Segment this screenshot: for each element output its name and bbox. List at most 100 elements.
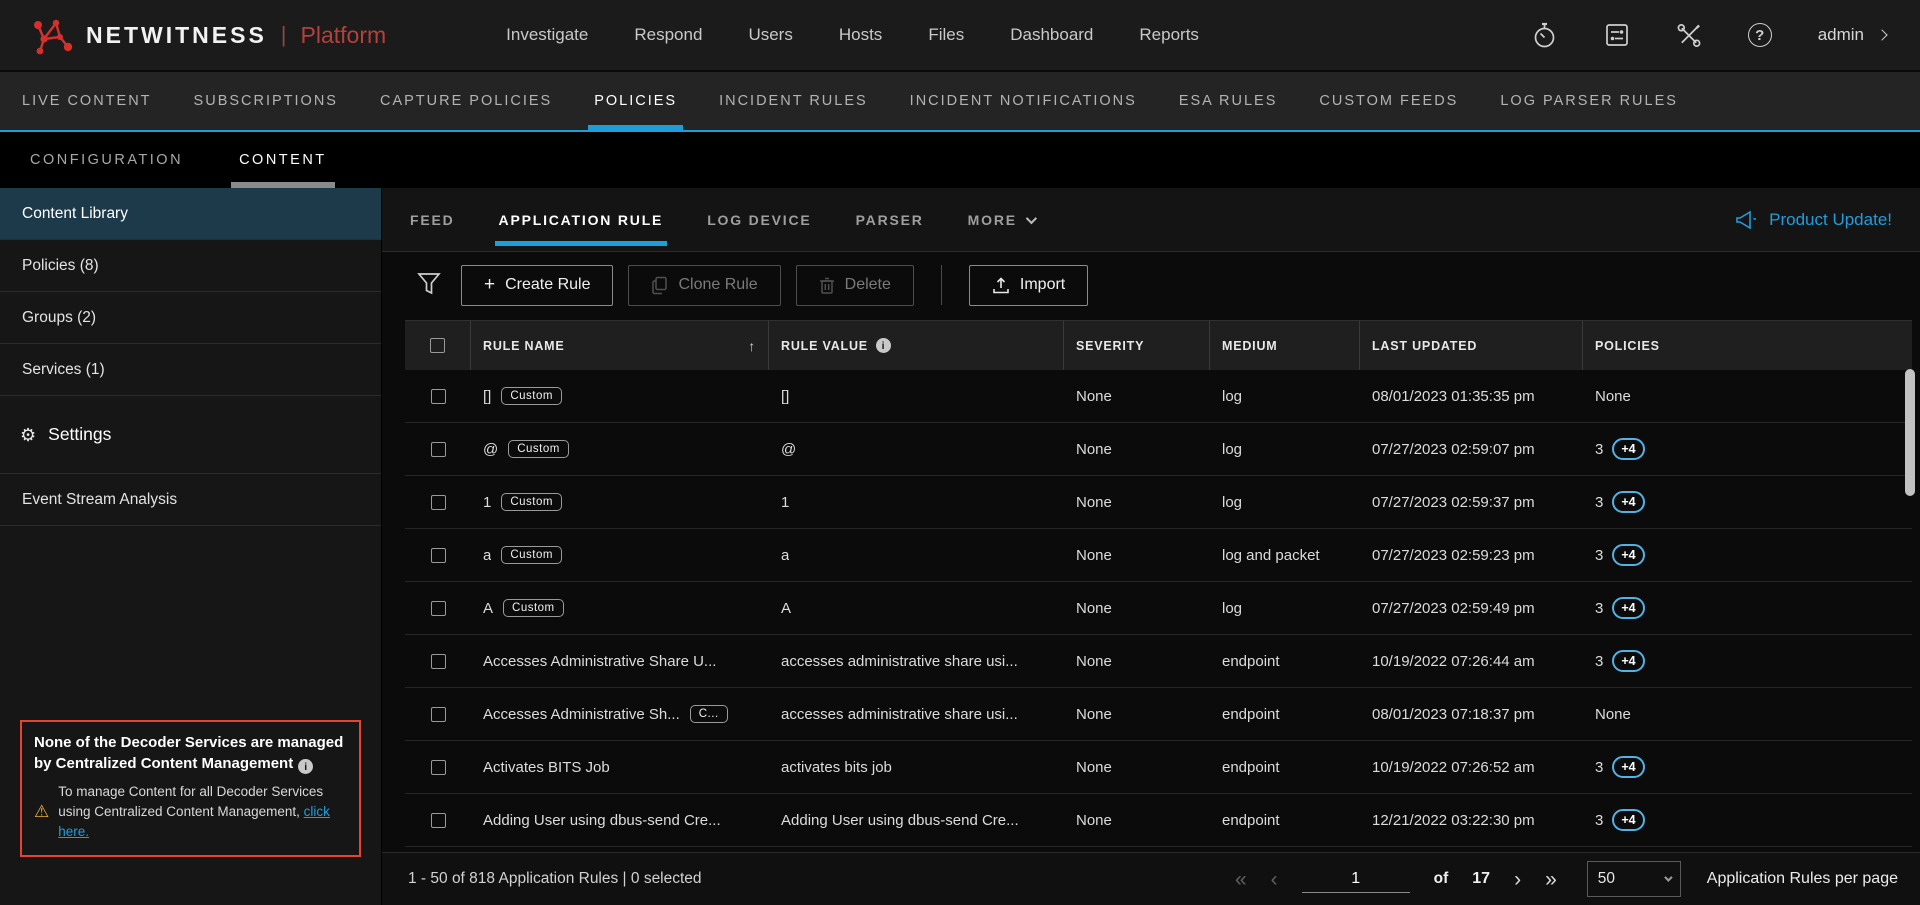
table-row[interactable]: Accesses Administrative Share U...access… — [405, 635, 1912, 688]
table-row[interactable]: []Custom[]Nonelog08/01/2023 01:35:35 pmN… — [405, 370, 1912, 423]
row-checkbox[interactable] — [431, 601, 446, 616]
topnav-item-files[interactable]: Files — [928, 25, 964, 45]
next-page-button[interactable]: › — [1514, 869, 1521, 890]
custom-badge: Custom — [501, 546, 562, 564]
create-rule-button[interactable]: + Create Rule — [461, 265, 613, 306]
sidebar-item-services-1[interactable]: Services (1) — [0, 344, 381, 396]
topnav-item-hosts[interactable]: Hosts — [839, 25, 882, 45]
last-updated-text: 12/21/2022 03:22:30 pm — [1372, 812, 1535, 829]
cell-rule-value: [] — [769, 388, 1064, 405]
page-number-input[interactable] — [1302, 866, 1410, 893]
medium-text: endpoint — [1222, 706, 1280, 723]
row-checkbox[interactable] — [431, 495, 446, 510]
sidebar-item-groups-2[interactable]: Groups (2) — [0, 292, 381, 344]
policies-count: 3 — [1595, 759, 1603, 776]
nav-tab-capture-policies[interactable]: CAPTURE POLICIES — [380, 72, 552, 130]
nav-tab-custom-feeds[interactable]: CUSTOM FEEDS — [1319, 72, 1458, 130]
column-header-last-updated[interactable]: LAST UPDATED — [1360, 321, 1583, 370]
import-button[interactable]: Import — [969, 265, 1088, 306]
table-row[interactable]: @Custom@Nonelog07/27/2023 02:59:07 pm3+4 — [405, 423, 1912, 476]
nav-tab-incident-notifications[interactable]: INCIDENT NOTIFICATIONS — [910, 72, 1137, 130]
tools-icon[interactable] — [1676, 22, 1702, 48]
sidebar-item-content-library[interactable]: Content Library — [0, 188, 381, 240]
nav-tab-policies[interactable]: POLICIES — [594, 72, 677, 130]
help-icon[interactable]: ? — [1748, 23, 1772, 47]
table-row[interactable]: aCustomaNonelog and packet07/27/2023 02:… — [405, 529, 1912, 582]
row-checkbox[interactable] — [431, 760, 446, 775]
severity-text: None — [1076, 494, 1112, 511]
info-icon[interactable]: i — [298, 759, 313, 774]
nav-tab-log-parser-rules[interactable]: LOG PARSER RULES — [1500, 72, 1678, 130]
info-icon[interactable]: i — [876, 338, 891, 353]
row-checkbox[interactable] — [431, 548, 446, 563]
nav-tab-content[interactable]: CONTENT — [239, 132, 327, 188]
first-page-button[interactable]: « — [1235, 869, 1247, 890]
nav-tab-live-content[interactable]: LIVE CONTENT — [22, 72, 152, 130]
row-checkbox[interactable] — [431, 707, 446, 722]
product-update-link[interactable]: Product Update! — [1734, 209, 1892, 231]
table-row[interactable]: Accesses Administrative Sh...C... accesse… — [405, 688, 1912, 741]
clone-rule-button[interactable]: Clone Rule — [628, 265, 780, 306]
rule-value-text: activates bits job — [781, 759, 892, 776]
cell-rule-name: Accesses Administrative Sh...C... — [471, 705, 769, 723]
nav-tab-subscriptions[interactable]: SUBSCRIPTIONS — [194, 72, 338, 130]
rule-value-text: accesses administrative share usi... — [781, 706, 1018, 723]
column-header-rule-name[interactable]: RULE NAME ↑ — [471, 321, 769, 370]
nav-tab-esa-rules[interactable]: ESA RULES — [1179, 72, 1278, 130]
previous-page-button[interactable]: ‹ — [1271, 869, 1278, 890]
topnav-item-reports[interactable]: Reports — [1139, 25, 1199, 45]
select-all-checkbox[interactable] — [430, 338, 445, 353]
row-checkbox[interactable] — [431, 654, 446, 669]
tab-label: LOG DEVICE — [707, 212, 811, 228]
decoder-warning-box: None of the Decoder Services are managed… — [20, 720, 361, 857]
policies-more-badge[interactable]: +4 — [1612, 756, 1644, 778]
policies-more-badge[interactable]: +4 — [1612, 650, 1644, 672]
rule-value-text: accesses administrative share usi... — [781, 653, 1018, 670]
sidebar-item-settings[interactable]: ⚙ Settings — [0, 396, 381, 474]
tab-log-device[interactable]: LOG DEVICE — [707, 188, 811, 251]
column-header-severity[interactable]: SEVERITY — [1064, 321, 1210, 370]
tab-parser[interactable]: PARSER — [856, 188, 924, 251]
topnav-item-respond[interactable]: Respond — [634, 25, 702, 45]
table-row[interactable]: 1Custom1Nonelog07/27/2023 02:59:37 pm3+4 — [405, 476, 1912, 529]
table-row[interactable]: ACustomANonelog07/27/2023 02:59:49 pm3+4 — [405, 582, 1912, 635]
sidebar-item-policies-8[interactable]: Policies (8) — [0, 240, 381, 292]
topnav-item-users[interactable]: Users — [748, 25, 792, 45]
tab-more[interactable]: MORE — [968, 188, 1034, 251]
topnav-item-dashboard[interactable]: Dashboard — [1010, 25, 1093, 45]
rule-name-text: Adding User using dbus-send Cre... — [483, 812, 721, 829]
filter-icon[interactable] — [416, 271, 442, 299]
topnav-item-investigate[interactable]: Investigate — [506, 25, 588, 45]
column-header-medium[interactable]: MEDIUM — [1210, 321, 1360, 370]
policies-more-badge[interactable]: +4 — [1612, 809, 1644, 831]
page-size-dropdown[interactable]: 50 — [1587, 861, 1681, 897]
row-checkbox[interactable] — [431, 389, 446, 404]
table-row[interactable]: Activates BITS Jobactivates bits jobNone… — [405, 741, 1912, 794]
jobs-panel-icon[interactable] — [1604, 22, 1630, 48]
nav-tab-incident-rules[interactable]: INCIDENT RULES — [719, 72, 868, 130]
last-page-button[interactable]: » — [1545, 869, 1557, 890]
cell-severity: None — [1064, 706, 1210, 723]
table-scrollbar[interactable] — [1905, 369, 1915, 496]
policies-more-badge[interactable]: +4 — [1612, 597, 1644, 619]
row-checkbox[interactable] — [431, 442, 446, 457]
column-header-rule-value[interactable]: RULE VALUE i — [769, 321, 1064, 370]
policies-more-badge[interactable]: +4 — [1612, 438, 1644, 460]
tab-feed[interactable]: FEED — [410, 188, 455, 251]
nav-tab-configuration[interactable]: CONFIGURATION — [30, 132, 183, 188]
netwitness-logo-icon — [30, 13, 74, 57]
row-checkbox[interactable] — [431, 813, 446, 828]
stopwatch-icon[interactable] — [1532, 22, 1558, 48]
cell-last-updated: 07/27/2023 02:59:23 pm — [1360, 547, 1583, 564]
column-header-policies[interactable]: POLICIES — [1583, 321, 1912, 370]
policies-more-badge[interactable]: +4 — [1612, 544, 1644, 566]
tab-application-rule[interactable]: APPLICATION RULE — [499, 188, 664, 251]
table-row[interactable]: Adding User using dbus-send Cre...Adding… — [405, 794, 1912, 847]
rule-name-text: [] — [483, 388, 491, 405]
sidebar-item-event-stream-analysis[interactable]: Event Stream Analysis — [0, 474, 381, 526]
policies-more-badge[interactable]: +4 — [1612, 491, 1644, 513]
cell-rule-value: @ — [769, 441, 1064, 458]
brand[interactable]: NETWITNESS | Platform — [30, 13, 386, 57]
delete-button[interactable]: Delete — [796, 265, 914, 306]
user-menu[interactable]: admin — [1818, 25, 1886, 45]
